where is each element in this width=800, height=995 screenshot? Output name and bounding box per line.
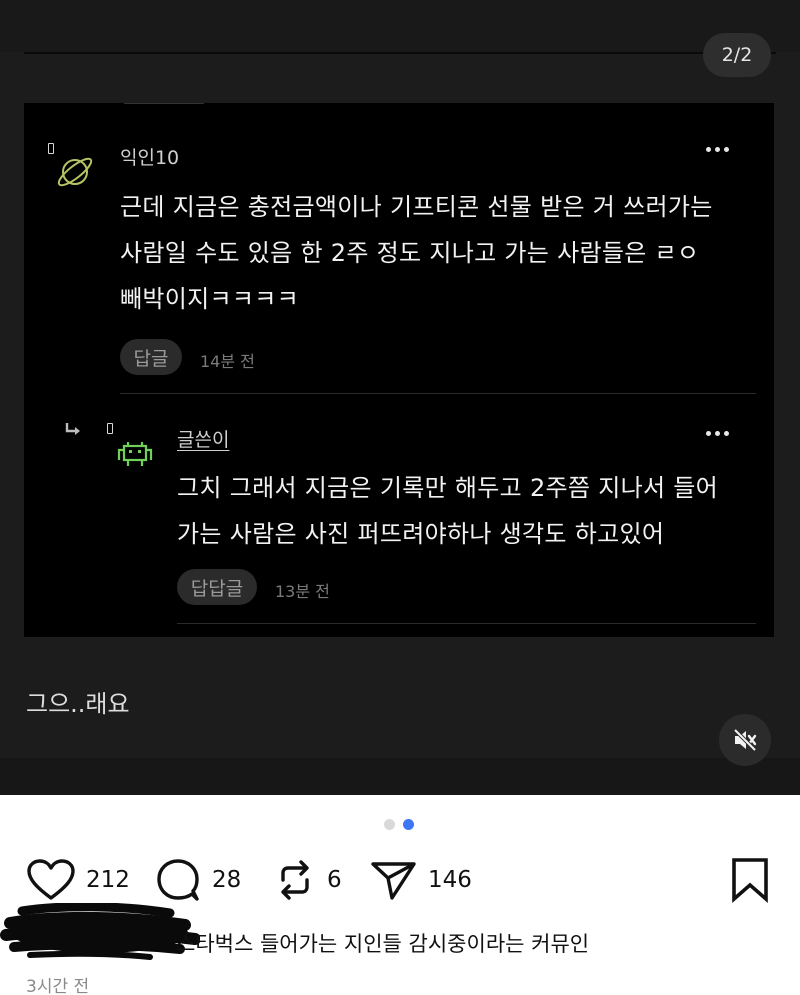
reply-time: 13분 전: [275, 582, 330, 601]
planet-icon: [57, 157, 93, 187]
comment-line: 빼박이지ㅋㅋㅋㅋ: [120, 285, 300, 313]
reply-line: 그치 그래서 지금은 기록만 해두고 2주쯤 지나서 들어: [177, 474, 719, 502]
comment-divider: [120, 393, 756, 394]
comment-button[interactable]: 28: [156, 857, 241, 903]
share-count: 146: [428, 867, 472, 893]
share-button[interactable]: 146: [370, 857, 472, 903]
post-time: 3시간 전: [26, 977, 90, 995]
carousel-pager: [384, 819, 414, 830]
speech-bubble-icon: [157, 859, 199, 901]
repost-count: 6: [327, 867, 342, 893]
media-top-band: [0, 0, 800, 52]
repost-icon: [281, 860, 309, 900]
card-top-divider: [124, 103, 204, 104]
reply-button: 답글: [120, 339, 182, 375]
comment-nickname: 익인10: [120, 147, 180, 169]
like-button[interactable]: 212: [26, 857, 130, 903]
comment-screenshot: 익인10 근데 지금은 충전금액이나 기프티콘 선물 받은 거 쓰러가는 사람일…: [24, 103, 774, 637]
space-invader-icon: [117, 442, 153, 466]
page-counter: 2/2: [703, 33, 771, 77]
comment-line: 사람일 수도 있음 한 2주 정도 지나고 가는 사람들은 ㄹㅇ: [120, 239, 700, 267]
media-bottom-band: [0, 758, 800, 795]
reply-body: 그치 그래서 지금은 기록만 해두고 2주쯤 지나서 들어 가는 사람은 사진 …: [177, 465, 718, 557]
reply-divider: [177, 623, 756, 624]
reply-line: 가는 사람은 사진 퍼뜨려야하나 생각도 하고있어: [177, 520, 665, 548]
mute-button[interactable]: [719, 714, 771, 766]
redacted-username: [0, 903, 200, 960]
comment-body: 근데 지금은 충전금액이나 기프티콘 선물 받은 거 쓰러가는 사람일 수도 있…: [120, 184, 713, 322]
send-icon: [371, 862, 416, 900]
comment-line: 근데 지금은 충전금액이나 기프티콘 선물 받은 거 쓰러가는: [120, 193, 713, 221]
muted-speaker-icon: [733, 728, 757, 752]
more-options-icon: [706, 431, 729, 436]
comment-time: 14분 전: [200, 352, 255, 371]
badge-icon: [107, 423, 113, 434]
comment-count: 28: [212, 867, 242, 893]
post-caption: 스타벅스 들어가는 지인들 감시중이라는 커뮤인: [176, 932, 590, 956]
heart-icon: [27, 859, 75, 900]
pager-dot-active[interactable]: [403, 819, 414, 830]
more-options-icon: [706, 147, 729, 152]
pager-dot[interactable]: [384, 819, 395, 830]
reply-reply-button: 답답글: [177, 569, 257, 605]
reply-nickname: 글쓴이: [177, 429, 230, 451]
bookmark-icon[interactable]: [730, 857, 770, 903]
like-count: 212: [86, 867, 130, 893]
post-media[interactable]: 2/2 익인10 근데 지금은 충전금액이나 기프티콘 선물 받은 거 쓰러가는…: [0, 0, 800, 795]
media-caption: 그으..래요: [26, 690, 130, 718]
reply-arrow-icon: [65, 423, 80, 435]
media-top-divider: [24, 52, 776, 54]
repost-button[interactable]: 6: [273, 857, 342, 903]
